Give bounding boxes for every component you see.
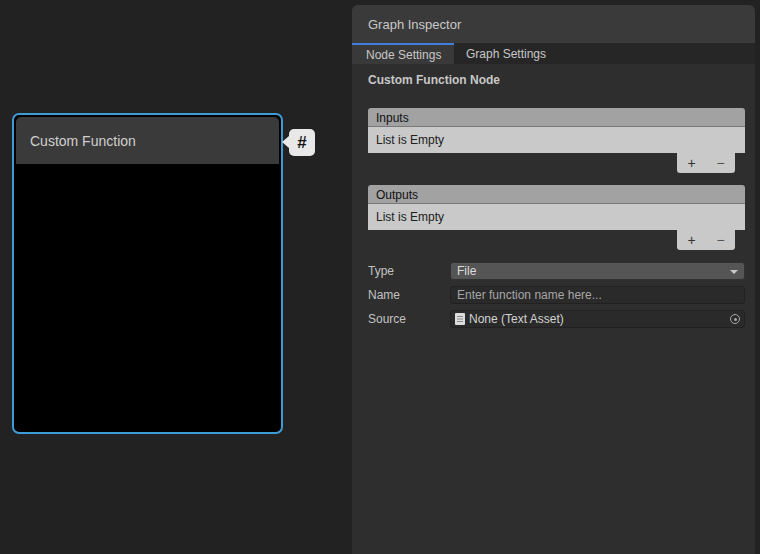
outputs-list-empty-row: List is Empty (368, 204, 745, 230)
text-asset-icon (455, 313, 465, 325)
chevron-down-icon (730, 270, 738, 274)
inputs-add-button[interactable]: + (679, 153, 704, 173)
node-title: Custom Function (30, 133, 136, 149)
outputs-add-button[interactable]: + (679, 230, 704, 250)
section-title: Custom Function Node (368, 73, 745, 88)
source-object-field[interactable]: None (Text Asset) (450, 310, 745, 328)
inspector-header[interactable]: Graph Inspector (352, 5, 755, 43)
outputs-list: Outputs List is Empty + − (368, 185, 745, 250)
outputs-list-header[interactable]: Outputs (368, 185, 745, 204)
inputs-list-header[interactable]: Inputs (368, 108, 745, 127)
type-label: Type (368, 264, 450, 278)
node-settings-form: Type File Name Source (368, 262, 745, 328)
tab-graph-settings[interactable]: Graph Settings (454, 43, 560, 64)
inspector-title: Graph Inspector (368, 17, 461, 32)
inspector-tabs: Node Settings Graph Settings (352, 43, 755, 64)
inputs-list-footer: + − (368, 153, 745, 173)
type-row: Type File (368, 262, 745, 280)
source-label: Source (368, 312, 450, 326)
inputs-remove-button[interactable]: − (708, 153, 733, 173)
inspector-content: Custom Function Node Inputs List is Empt… (352, 64, 755, 328)
inputs-list: Inputs List is Empty + − (368, 108, 745, 173)
hash-badge-pointer (282, 136, 289, 148)
name-row: Name (368, 286, 745, 304)
outputs-remove-button[interactable]: − (708, 230, 733, 250)
custom-function-node[interactable]: Custom Function (12, 113, 283, 434)
type-dropdown[interactable]: File (450, 262, 745, 280)
graph-inspector-panel: Graph Inspector Node Settings Graph Sett… (352, 5, 755, 554)
hash-badge-button[interactable]: # (289, 129, 315, 156)
node-body (16, 164, 279, 428)
object-picker-icon[interactable] (730, 314, 740, 324)
name-label: Name (368, 288, 450, 302)
name-input[interactable] (450, 286, 745, 304)
outputs-list-footer: + − (368, 230, 745, 250)
inputs-list-empty-row: List is Empty (368, 127, 745, 153)
source-row: Source None (Text Asset) (368, 310, 745, 328)
node-header[interactable]: Custom Function (16, 117, 279, 164)
tab-node-settings[interactable]: Node Settings (352, 43, 454, 64)
